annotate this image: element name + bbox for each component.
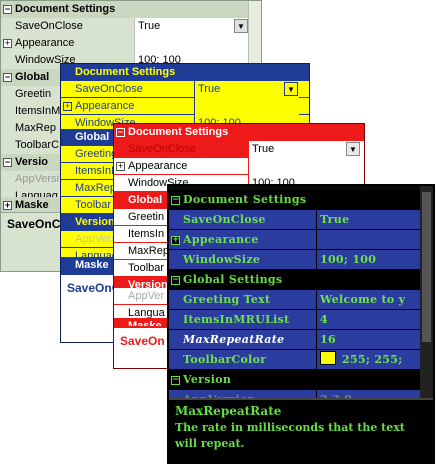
property-save-on-close[interactable]: SaveOnClose True bbox=[169, 210, 433, 230]
expand-icon[interactable]: + bbox=[3, 201, 12, 210]
property-toolbar-color[interactable]: ToolbarColor 255; 255; bbox=[169, 350, 433, 370]
property-items-in-mru-list[interactable]: ItemsInMRUList 4 bbox=[169, 310, 433, 330]
expand-icon[interactable]: + bbox=[116, 162, 125, 171]
chevron-down-icon[interactable]: ▼ bbox=[234, 19, 248, 33]
category-version[interactable]: − Version bbox=[169, 370, 433, 390]
property-grid-dark: − Document Settings SaveOnClose True + A… bbox=[167, 184, 435, 464]
category-global-settings[interactable]: − Global Settings bbox=[169, 270, 433, 290]
property-save-on-close[interactable]: SaveOnClose True ▼ bbox=[114, 141, 364, 158]
category-document-settings[interactable]: − Document Settings bbox=[114, 124, 364, 141]
category-document-settings[interactable]: − Document Settings bbox=[1, 1, 261, 18]
property-appearance[interactable]: + Appearance bbox=[61, 98, 309, 115]
collapse-icon[interactable]: − bbox=[171, 276, 180, 285]
save-on-close-value[interactable]: True ▼ bbox=[134, 18, 249, 35]
category-document-settings[interactable]: − Document Settings bbox=[169, 190, 433, 210]
property-appearance[interactable]: + Appearance bbox=[114, 158, 364, 175]
property-appearance[interactable]: + Appearance bbox=[1, 35, 261, 52]
collapse-icon[interactable]: − bbox=[3, 158, 12, 167]
property-save-on-close[interactable]: SaveOnClose True ▼ bbox=[61, 81, 309, 98]
chevron-down-icon[interactable]: ▼ bbox=[284, 82, 298, 96]
expand-icon[interactable]: + bbox=[171, 236, 180, 245]
property-greeting-text[interactable]: Greeting Text Welcome to y bbox=[169, 290, 433, 310]
collapse-icon[interactable]: − bbox=[171, 196, 180, 205]
color-swatch bbox=[320, 351, 336, 365]
expand-icon[interactable]: + bbox=[3, 39, 12, 48]
scrollbar[interactable] bbox=[420, 186, 433, 402]
save-on-close-value[interactable]: True ▼ bbox=[194, 81, 299, 98]
collapse-icon[interactable]: − bbox=[116, 128, 125, 137]
help-panel: MaxRepeatRate The rate in milliseconds t… bbox=[169, 398, 433, 462]
collapse-icon[interactable]: − bbox=[3, 5, 12, 14]
expand-icon[interactable]: + bbox=[63, 102, 72, 111]
collapse-icon[interactable]: − bbox=[3, 73, 12, 82]
property-window-size[interactable]: WindowSize 100; 100 bbox=[169, 250, 433, 270]
scrollbar-thumb[interactable] bbox=[422, 192, 431, 342]
property-appearance[interactable]: + Appearance bbox=[169, 230, 433, 250]
collapse-icon[interactable]: − bbox=[171, 376, 180, 385]
category-document-settings[interactable]: Document Settings bbox=[61, 64, 309, 81]
save-on-close-value[interactable]: True ▼ bbox=[248, 141, 364, 158]
chevron-down-icon[interactable]: ▼ bbox=[346, 142, 360, 156]
property-max-repeat-rate[interactable]: MaxRepeatRate 16 bbox=[169, 330, 433, 350]
property-save-on-close[interactable]: SaveOnClose True ▼ bbox=[1, 18, 261, 35]
